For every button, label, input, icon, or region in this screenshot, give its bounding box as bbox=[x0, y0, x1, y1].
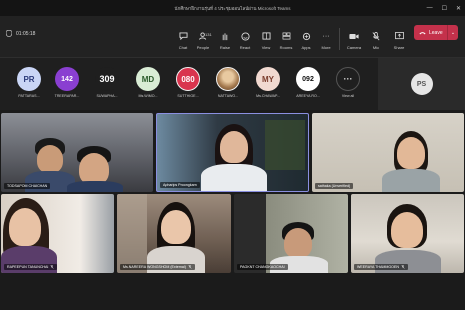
participant-avatar-item[interactable]: MY Ms.CHAWAP... bbox=[253, 67, 283, 98]
participant-avatar-item[interactable]: 092 AREEYA RO... bbox=[293, 67, 323, 98]
participant-avatar-item[interactable]: 142 TREERAPAR... bbox=[52, 67, 82, 98]
view-button[interactable]: View bbox=[256, 32, 276, 50]
mic-button[interactable]: Mic bbox=[366, 31, 386, 50]
toolbar-divider bbox=[339, 28, 340, 50]
more-icon: ··· bbox=[336, 67, 360, 91]
video-tile[interactable]: WEERAYA THAMMGOEN bbox=[351, 194, 464, 273]
participant-name-tag: RAPEEPUN TANUNCHAI bbox=[4, 264, 58, 270]
rooms-button[interactable]: Rooms bbox=[276, 32, 296, 50]
video-tile[interactable]: sathaka (Unverified) bbox=[312, 113, 464, 192]
self-view-tile[interactable]: PS bbox=[378, 58, 465, 110]
participant-avatar-item[interactable]: PR PATTARAS... bbox=[14, 67, 44, 98]
video-tile[interactable]: TODSAPOM CHAICHAN bbox=[1, 113, 153, 192]
self-avatar: PS bbox=[410, 73, 433, 95]
more-icon: ··· bbox=[322, 32, 330, 40]
more-button[interactable]: ··· More bbox=[316, 33, 336, 51]
rooms-icon bbox=[281, 31, 291, 41]
video-tile[interactable]: PAGKNT CHANGKAOCHAI bbox=[234, 194, 348, 273]
participant-name-tag: TODSAPOM CHAICHAN bbox=[4, 183, 51, 189]
avatar: PR bbox=[17, 67, 41, 91]
avatar: 142 bbox=[55, 67, 79, 91]
participant-avatar-item[interactable]: NATTAWO... bbox=[213, 67, 243, 98]
window-titlebar: นักศึกษาฝึกงานรุ่นที่ 4 ประชุมออนไลน์ผ่า… bbox=[0, 0, 465, 16]
grid-view-icon bbox=[261, 31, 271, 41]
avatar: 080 bbox=[176, 67, 200, 91]
leave-options-chevron-icon[interactable]: ⌄ bbox=[447, 25, 458, 40]
meeting-toolbar: 01:05:18 Chat 131 People Raise React Vie… bbox=[0, 16, 465, 58]
phone-hangup-icon bbox=[419, 31, 426, 34]
mic-muted-icon bbox=[188, 265, 192, 269]
hand-icon bbox=[220, 31, 230, 41]
participant-avatar-item[interactable]: 309 SUWAPHA... bbox=[92, 67, 122, 98]
video-tile[interactable]: Ms.NAREERA WONGSHOM (External) bbox=[117, 194, 231, 273]
react-button[interactable]: React bbox=[235, 31, 255, 50]
view-all-button[interactable]: ··· View all bbox=[333, 67, 363, 98]
mic-muted-icon bbox=[371, 31, 381, 41]
minimize-icon[interactable]: — bbox=[427, 5, 433, 11]
avatar: MD bbox=[136, 67, 160, 91]
leave-button[interactable]: Leave ⌄ bbox=[414, 25, 458, 40]
smiley-icon bbox=[240, 31, 250, 41]
shield-icon bbox=[6, 30, 12, 37]
chat-button[interactable]: Chat bbox=[173, 32, 193, 50]
participant-avatar-item[interactable]: MD Ms.WIMO... bbox=[133, 67, 163, 98]
meeting-timer: 01:05:18 bbox=[6, 30, 35, 37]
avatar: 309 bbox=[95, 67, 119, 91]
video-tile-active-speaker[interactable]: Apharips Proongkarn bbox=[156, 113, 309, 192]
chat-icon bbox=[178, 31, 188, 41]
video-tile[interactable]: RAPEEPUN TANUNCHAI bbox=[1, 194, 114, 273]
camera-button[interactable]: Camera bbox=[344, 33, 364, 50]
raise-hand-button[interactable]: Raise bbox=[215, 32, 235, 50]
maximize-icon[interactable]: ☐ bbox=[442, 5, 447, 12]
apps-button[interactable]: Apps bbox=[296, 32, 316, 50]
apps-icon bbox=[301, 31, 311, 41]
avatar: 092 bbox=[296, 67, 320, 91]
participant-name-tag: Apharips Proongkarn bbox=[160, 182, 200, 188]
participant-name-tag: WEERAYA THAMMGOEN bbox=[354, 264, 408, 270]
camera-icon bbox=[349, 31, 359, 41]
people-button[interactable]: 131 People bbox=[193, 32, 213, 50]
people-count: 131 bbox=[205, 32, 212, 37]
participant-avatar-item[interactable]: 080 SUTTHIGE... bbox=[173, 67, 203, 98]
close-icon[interactable]: ✕ bbox=[456, 5, 461, 12]
avatar-photo bbox=[216, 67, 240, 91]
share-icon bbox=[394, 31, 404, 41]
mic-muted-icon bbox=[50, 265, 54, 269]
share-button[interactable]: Share bbox=[389, 32, 409, 50]
participant-name-tag: sathaka (Unverified) bbox=[315, 183, 354, 189]
participant-name-tag: Ms.NAREERA WONGSHOM (External) bbox=[120, 264, 195, 270]
mic-muted-icon bbox=[401, 265, 405, 269]
participant-name-tag: PAGKNT CHANGKAOCHAI bbox=[237, 264, 288, 270]
avatar: MY bbox=[256, 67, 280, 91]
participants-strip: PR PATTARAS... 142 TREERAPAR... 309 SUWA… bbox=[0, 58, 378, 110]
window-title: นักศึกษาฝึกงานรุ่นที่ 4 ประชุมออนไลน์ผ่า… bbox=[174, 5, 291, 11]
timer-text: 01:05:18 bbox=[16, 30, 36, 37]
